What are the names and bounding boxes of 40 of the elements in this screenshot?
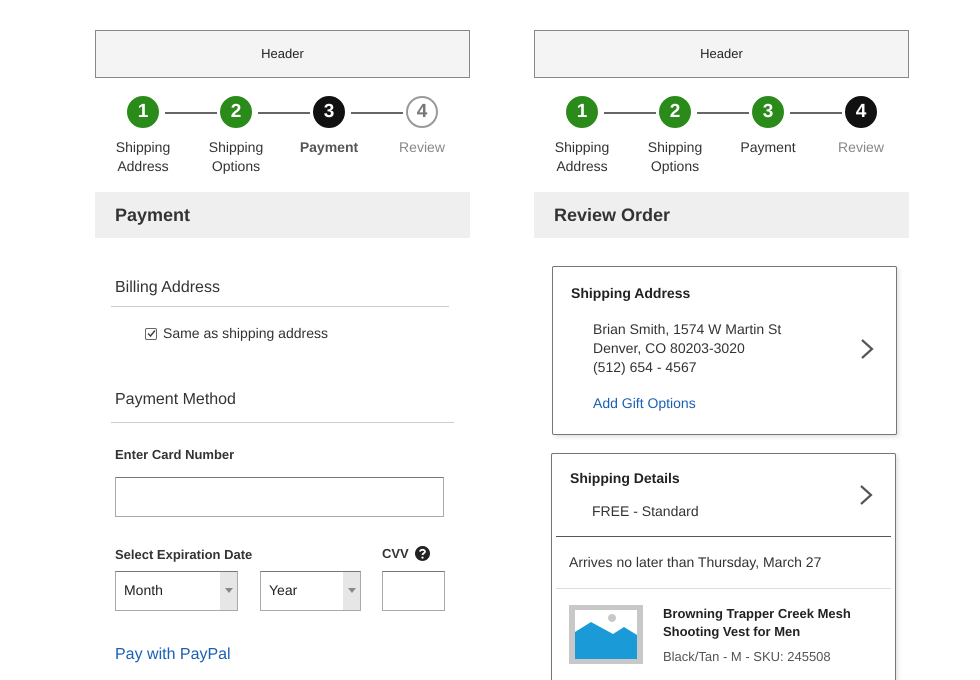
- step-label: Shipping Address: [114, 138, 172, 176]
- dropdown-select[interactable]: Year: [260, 570, 361, 610]
- step-label: Review: [837, 138, 885, 157]
- header-bar: Header: [534, 30, 909, 78]
- chevron-right-icon[interactable]: [860, 338, 874, 360]
- product-name: Browning Trapper Creek Mesh Shooting Vest for Men: [663, 605, 852, 641]
- arrival-text: Arrives no later than Thursday, March 27: [556, 537, 891, 589]
- section-heading: Billing Address: [111, 276, 449, 307]
- step-label: Payment: [298, 138, 360, 157]
- step-label: Shipping Options: [208, 138, 264, 176]
- step-label: Shipping Options: [646, 138, 704, 176]
- product-variant: Black/Tan - M - SKU: 245508: [663, 648, 832, 666]
- paypal-link[interactable]: Pay with PayPal: [115, 642, 231, 666]
- help-icon[interactable]: [414, 546, 430, 561]
- section-title: Payment: [95, 192, 470, 238]
- card-heading: Shipping Address: [571, 284, 692, 303]
- checkbox-label: Same as shipping address: [163, 324, 328, 343]
- address-line: Brian Smith, 1574 W Martin St: [593, 320, 782, 339]
- field-label: CVV: [382, 544, 409, 563]
- caret-icon: [224, 588, 232, 593]
- cvv-field[interactable]: [382, 570, 445, 610]
- shipping-method: FREE - Standard: [591, 502, 699, 521]
- dropdown-select[interactable]: Month: [115, 570, 238, 610]
- section-title: Review Order: [534, 192, 909, 238]
- gift-options-link[interactable]: Add Gift Options: [593, 393, 696, 414]
- card-number-field[interactable]: [115, 476, 444, 516]
- header-bar: Header: [95, 30, 470, 78]
- address-line: Denver, CO 80203-3020: [593, 339, 746, 358]
- address-line: (512) 654 - 4567: [593, 358, 698, 377]
- checkbox[interactable]: [145, 328, 157, 340]
- step-label: Payment: [739, 138, 797, 157]
- field-label: Select Expiration Date: [115, 546, 254, 562]
- section-heading: Payment Method: [111, 388, 454, 423]
- chevron-right-icon[interactable]: [859, 484, 873, 506]
- card-heading: Shipping Details: [570, 469, 681, 488]
- step-label: Shipping Address: [554, 138, 610, 176]
- caret-icon: [348, 588, 356, 593]
- step-label: Review: [398, 138, 446, 157]
- field-label: Enter Card Number: [114, 446, 236, 464]
- image-placeholder-icon: [569, 605, 643, 664]
